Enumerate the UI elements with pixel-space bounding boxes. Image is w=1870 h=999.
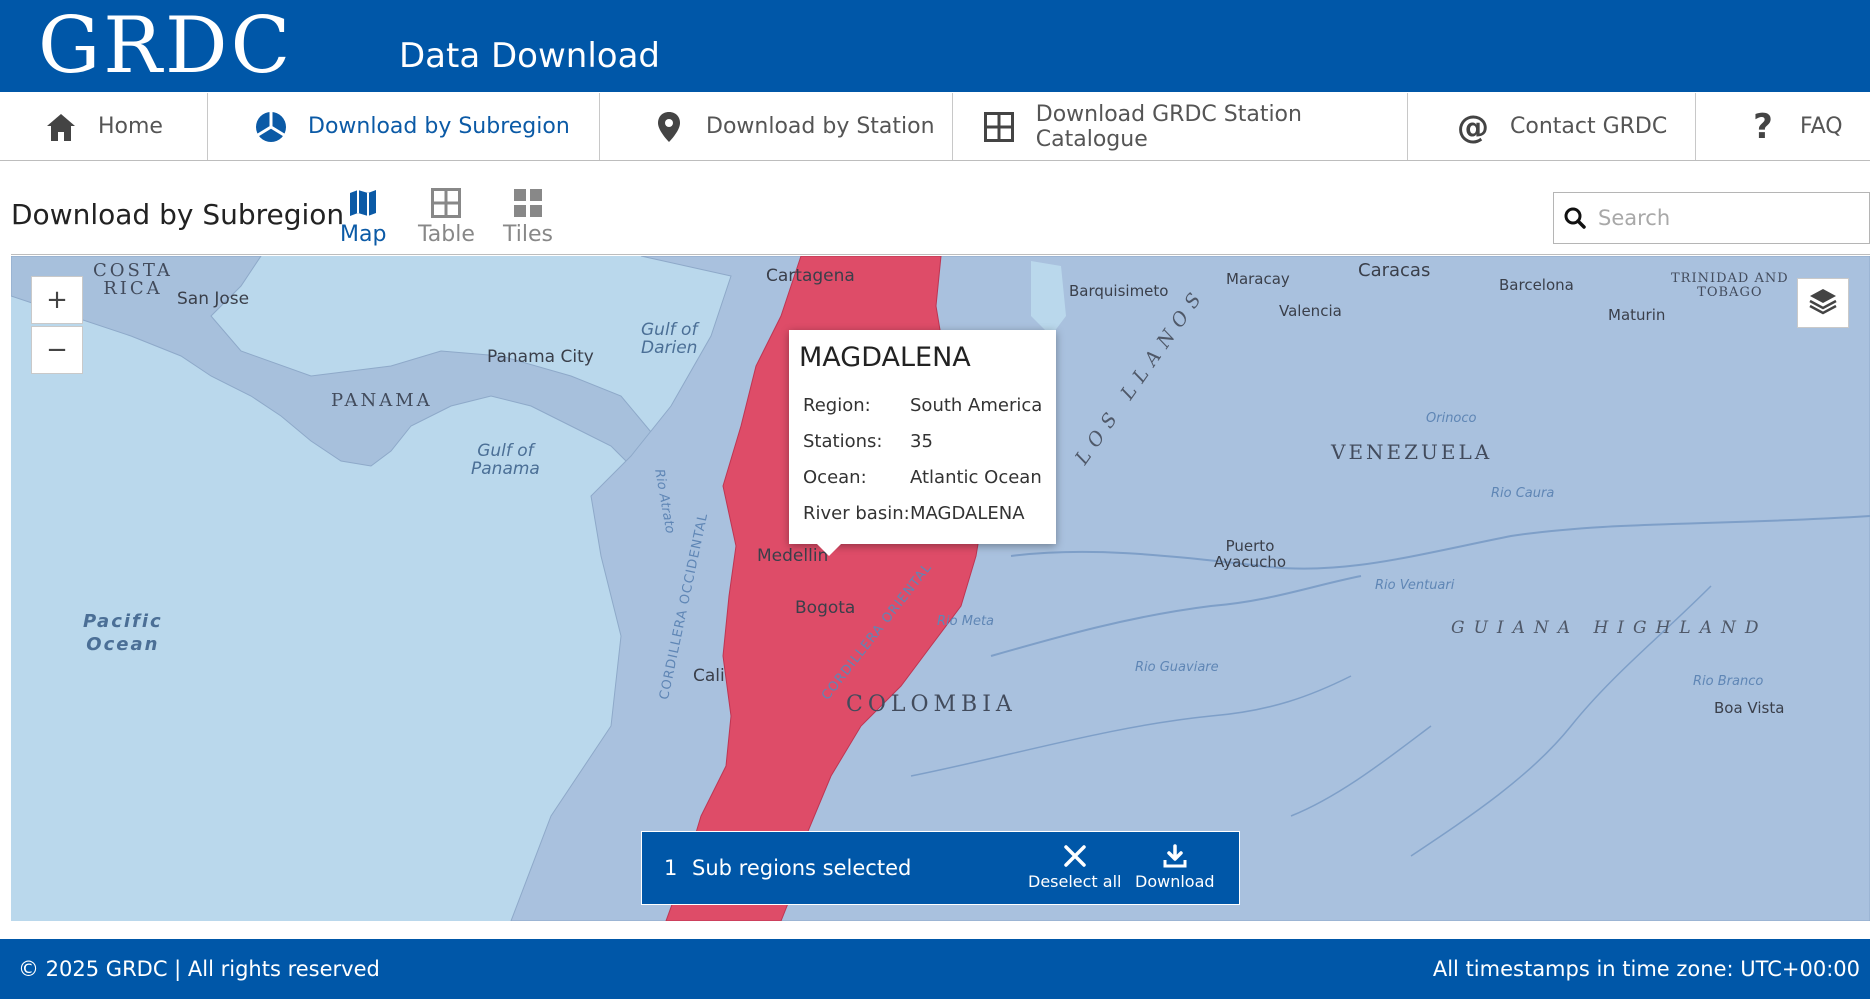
subregion-icon	[254, 110, 288, 144]
map-label-rio-ventuari: Rio Ventuari	[1375, 578, 1455, 593]
popup-value: MAGDALENA	[910, 502, 1025, 524]
tab-tiles[interactable]: Tiles	[503, 186, 553, 247]
map-label-panama: PANAMA	[331, 390, 433, 411]
tiles-icon	[513, 186, 543, 220]
map-label-guiana-highlands: GUIANA HIGHLAND	[1451, 618, 1768, 638]
map-pin-icon	[652, 110, 686, 144]
app-header: GRDC Data Download	[0, 0, 1870, 92]
map-label-gulf-of-darien: Gulf of Darien	[641, 320, 698, 358]
layers-icon	[1808, 287, 1838, 319]
map-view[interactable]: COSTA RICA San Jose PANAMA Panama City G…	[11, 256, 1870, 921]
tab-map-label: Map	[340, 222, 387, 247]
view-toolbar: Download by Subregion Map Table Tiles	[0, 162, 1870, 256]
popup-key: Region:	[803, 394, 871, 416]
map-label-maracay: Maracay	[1226, 270, 1290, 288]
selection-bar: 1 Sub regions selected Deselect all Down…	[641, 831, 1240, 905]
deselect-all-label: Deselect all	[1028, 872, 1122, 891]
map-label-trinidad: TRINIDAD AND TOBAGO	[1671, 271, 1789, 300]
popup-row: Region: South America	[803, 387, 1046, 423]
nav-item-contact[interactable]: @ Contact GRDC	[1408, 93, 1696, 160]
popup-key: Stations:	[803, 430, 883, 452]
popup-row: Stations: 35	[803, 423, 1046, 459]
page-title: Download by Subregion	[11, 198, 345, 231]
nav-item-station[interactable]: Download by Station	[600, 93, 953, 160]
nav-item-label: Download by Subregion	[308, 114, 570, 139]
page-footer: © 2025 GRDC | All rights reserved All ti…	[0, 939, 1870, 999]
tab-map[interactable]: Map	[340, 186, 386, 247]
search-box	[1553, 192, 1870, 244]
map-label-puerto-ayacucho: Puerto Ayacucho	[1214, 537, 1286, 571]
map-label-pacific-ocean: Pacific Ocean	[83, 611, 163, 655]
map-label-rio-branco: Rio Branco	[1693, 674, 1764, 689]
map-label-gulf-of-panama: Gulf of Panama	[471, 441, 540, 479]
map-label-barcelona: Barcelona	[1499, 276, 1574, 294]
nav-item-catalogue[interactable]: Download GRDC Station Catalogue	[953, 93, 1408, 160]
grid-icon	[983, 110, 1016, 144]
download-icon	[1163, 842, 1187, 870]
map-label-bogota: Bogota	[795, 598, 856, 618]
map-label-venezuela: VENEZUELA	[1331, 440, 1493, 464]
map-label-cali: Cali	[693, 666, 725, 686]
nav-item-home[interactable]: Home	[0, 93, 208, 160]
map-icon	[348, 186, 378, 220]
popup-key: River basin:	[803, 502, 910, 524]
popup-row: River basin: MAGDALENA	[803, 495, 1046, 531]
nav-item-label: Contact GRDC	[1510, 114, 1668, 139]
table-icon	[431, 186, 462, 220]
map-label-costa-rica: COSTA RICA	[93, 260, 173, 299]
tab-tiles-label: Tiles	[503, 222, 553, 247]
map-label-rio-caura: Rio Caura	[1491, 486, 1555, 501]
search-input[interactable]	[1598, 206, 1858, 230]
map-label-caracas: Caracas	[1358, 260, 1431, 281]
popup-arrow	[815, 542, 843, 556]
map-label-rio-meta: Rio Meta	[937, 614, 995, 629]
selection-count: 1	[664, 856, 678, 880]
popup-row: Ocean: Atlantic Ocean	[803, 459, 1046, 495]
at-icon: @	[1457, 107, 1489, 146]
deselect-all-button[interactable]: Deselect all	[1028, 842, 1121, 891]
nav-item-label: FAQ	[1800, 114, 1843, 139]
grdc-logo[interactable]: GRDC	[38, 4, 293, 88]
download-label: Download	[1135, 872, 1215, 891]
zoom-out-button[interactable]: −	[31, 326, 83, 374]
map-label-rio-guaviare: Rio Guaviare	[1135, 660, 1219, 675]
home-icon	[44, 110, 78, 144]
map-label-maturin: Maturin	[1608, 306, 1666, 324]
tab-table-label: Table	[418, 222, 475, 247]
search-icon	[1564, 207, 1586, 229]
zoom-in-button[interactable]: +	[31, 276, 83, 324]
copyright-text: © 2025 GRDC | All rights reserved	[18, 957, 380, 981]
map-label-panama-city: Panama City	[487, 347, 594, 367]
popup-key: Ocean:	[803, 466, 867, 488]
nav-item-label: Download by Station	[706, 114, 935, 139]
region-popup: MAGDALENA Region: South America Stations…	[789, 330, 1056, 544]
nav-item-faq[interactable]: ? FAQ	[1696, 93, 1870, 160]
map-label-colombia: COLOMBIA	[846, 692, 1017, 717]
nav-item-label: Home	[98, 114, 163, 139]
map-label-barquisimeto: Barquisimeto	[1069, 282, 1169, 300]
main-nav: Home Download by Subregion Download by S…	[0, 93, 1870, 161]
tab-table[interactable]: Table	[418, 186, 475, 247]
selection-label: Sub regions selected	[692, 856, 912, 880]
layers-button[interactable]	[1797, 278, 1849, 328]
close-icon	[1063, 842, 1087, 870]
popup-value: 35	[910, 430, 933, 452]
nav-item-subregion[interactable]: Download by Subregion	[208, 93, 600, 160]
download-button[interactable]: Download	[1135, 842, 1215, 891]
divider	[11, 254, 1870, 255]
popup-value: Atlantic Ocean	[910, 466, 1042, 488]
nav-item-label: Download GRDC Station Catalogue	[1035, 101, 1302, 152]
question-icon: ?	[1753, 106, 1773, 147]
map-label-san-jose: San Jose	[177, 289, 250, 309]
map-label-orinoco: Orinoco	[1426, 411, 1477, 426]
map-label-valencia: Valencia	[1279, 302, 1342, 320]
app-title: Data Download	[399, 36, 660, 76]
popup-title: MAGDALENA	[799, 342, 971, 373]
popup-value: South America	[910, 394, 1043, 416]
map-label-boa-vista: Boa Vista	[1714, 699, 1785, 717]
map-label-cartagena: Cartagena	[766, 266, 855, 286]
timezone-text: All timestamps in time zone: UTC+00:00	[1432, 957, 1860, 981]
